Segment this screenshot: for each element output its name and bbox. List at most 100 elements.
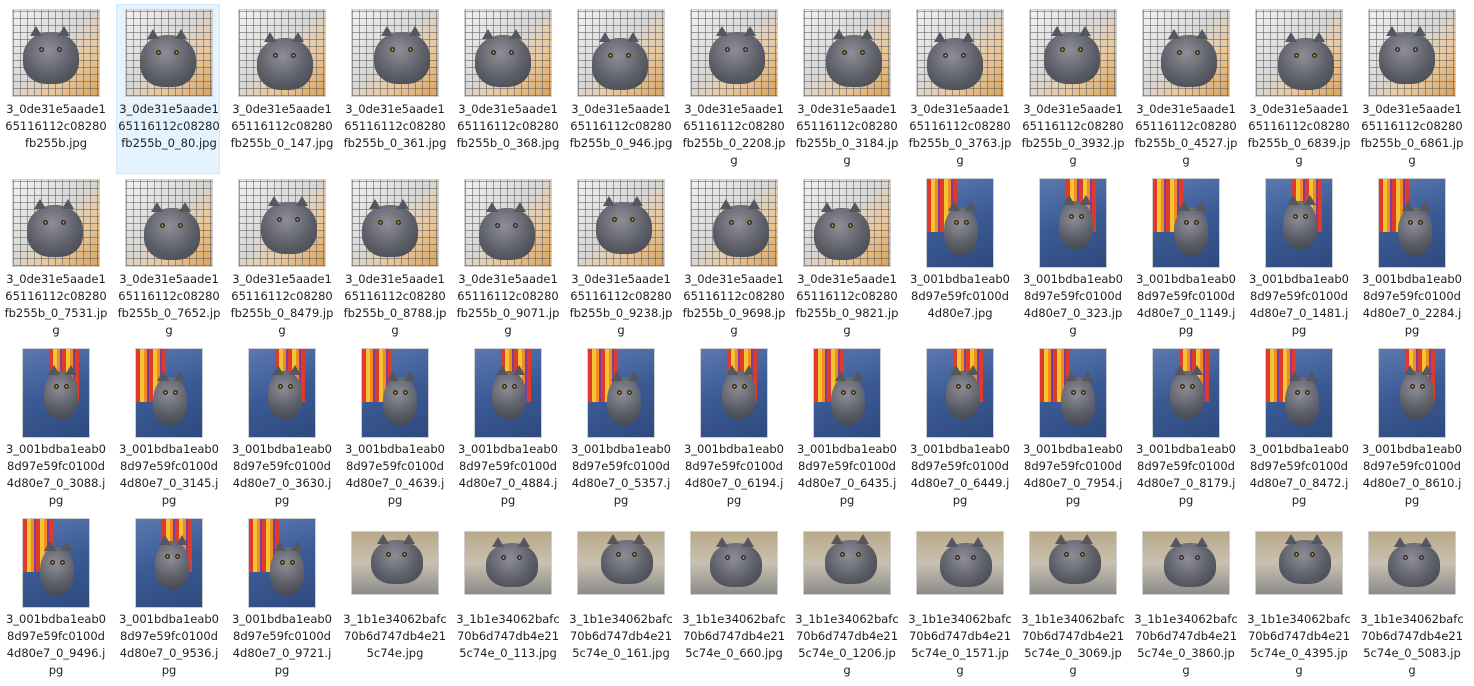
file-item[interactable]: 3_001bdba1eab08d97e59fc0100d4d80e7_0_861… <box>1359 344 1463 514</box>
file-item[interactable]: 3_1b1e34062bafc70b6d747db4e215c74e_0_157… <box>907 514 1012 684</box>
file-item[interactable]: 3_0de31e5aade165116112c08280fb255b_0_361… <box>342 4 446 174</box>
file-thumbnail <box>125 9 213 97</box>
cat-eye <box>512 222 518 228</box>
file-item[interactable]: 3_0de31e5aade165116112c08280fb255b_0_683… <box>1246 4 1350 174</box>
cat-photo-image <box>22 348 90 438</box>
cat-photo-image <box>1152 348 1220 438</box>
file-item[interactable]: 3_0de31e5aade165116112c08280fb255b_0_847… <box>229 174 333 344</box>
file-item[interactable]: 3_1b1e34062bafc70b6d747db4e215c74e_0_386… <box>1133 514 1238 684</box>
file-item[interactable]: 3_001bdba1eab08d97e59fc0100d4d80e7_0_619… <box>681 344 785 514</box>
file-item[interactable]: 3_0de31e5aade165116112c08280fb255b_0_393… <box>1020 4 1124 174</box>
file-item[interactable]: 3_001bdba1eab08d97e59fc0100d4d80e7_0_643… <box>794 344 898 514</box>
file-item[interactable]: 3_0de31e5aade165116112c08280fb255b_0_969… <box>681 174 785 344</box>
file-item[interactable]: 3_001bdba1eab08d97e59fc0100d4d80e7.jpg <box>907 174 1011 344</box>
cat-eye <box>276 216 282 222</box>
cat-ear <box>832 29 845 39</box>
cat-eye <box>954 555 960 561</box>
file-item[interactable]: 3_1b1e34062bafc70b6d747db4e215c74e_0_161… <box>568 514 673 684</box>
cat-ear <box>743 365 756 375</box>
cat-figure <box>257 38 313 90</box>
cat-eye <box>500 555 506 561</box>
file-item[interactable]: 3_1b1e34062bafc70b6d747db4e215c74e_0_306… <box>1020 514 1125 684</box>
cat-ear <box>29 26 42 36</box>
file-thumbnail <box>916 348 1004 438</box>
file-thumbnail <box>1142 9 1230 97</box>
cat-ear <box>65 365 78 375</box>
file-item[interactable]: 3_0de31e5aade165116112c08280fb255b_0_318… <box>794 4 898 174</box>
file-item[interactable]: 3_0de31e5aade165116112c08280fb255b_0_368… <box>455 4 559 174</box>
file-item[interactable]: 3_001bdba1eab08d97e59fc0100d4d80e7_0_323… <box>1020 174 1124 344</box>
cat-photo-image <box>135 348 203 438</box>
file-name-label: 3_001bdba1eab08d97e59fc0100d4d80e7_0_114… <box>1135 272 1237 337</box>
file-item[interactable]: 3_001bdba1eab08d97e59fc0100d4d80e7_0_228… <box>1359 174 1463 344</box>
file-thumbnail <box>1368 519 1456 607</box>
file-thumbnail <box>351 348 439 438</box>
cat-ear <box>965 201 978 211</box>
file-item[interactable]: 3_0de31e5aade165116112c08280fb255b_0_982… <box>794 174 898 344</box>
file-item[interactable]: 3_001bdba1eab08d97e59fc0100d4d80e7_0_972… <box>229 514 333 684</box>
file-item[interactable]: 3_001bdba1eab08d97e59fc0100d4d80e7_0_644… <box>907 344 1011 514</box>
file-name-label: 3_001bdba1eab08d97e59fc0100d4d80e7_0_953… <box>118 612 220 677</box>
cat-figure <box>1398 207 1432 255</box>
file-item[interactable]: 3_1b1e34062bafc70b6d747db4e215c74e_0_439… <box>1246 514 1351 684</box>
file-thumbnail <box>1368 178 1456 268</box>
file-item[interactable]: 3_001bdba1eab08d97e59fc0100d4d80e7_0_488… <box>455 344 559 514</box>
file-item[interactable]: 3_001bdba1eab08d97e59fc0100d4d80e7_0_363… <box>229 344 333 514</box>
cat-ear <box>174 371 187 381</box>
file-item[interactable]: 3_001bdba1eab08d97e59fc0100d4d80e7_0_463… <box>342 344 446 514</box>
file-item[interactable]: 3_0de31e5aade165116112c08280fb255b_0_907… <box>455 174 559 344</box>
file-item[interactable]: 3_0de31e5aade165116112c08280fb255b_0_686… <box>1359 4 1463 174</box>
file-item[interactable]: 3_001bdba1eab08d97e59fc0100d4d80e7_0_314… <box>116 344 220 514</box>
cat-photo-image <box>1265 178 1333 268</box>
cat-ear <box>972 537 985 547</box>
file-item[interactable]: 3_001bdba1eab08d97e59fc0100d4d80e7_0_847… <box>1246 344 1350 514</box>
file-item[interactable]: 3_001bdba1eab08d97e59fc0100d4d80e7_0_949… <box>3 514 107 684</box>
cat-figure <box>486 543 538 587</box>
cat-ear <box>263 32 276 42</box>
file-item[interactable]: 3_0de31e5aade165116112c08280fb255b_0_946… <box>568 4 672 174</box>
file-item[interactable]: 3_0de31e5aade165116112c08280fb255b_0_452… <box>1133 4 1237 174</box>
cat-eye <box>847 222 853 228</box>
cat-ear <box>1050 26 1063 36</box>
file-item[interactable]: 3_001bdba1eab08d97e59fc0100d4d80e7_0_795… <box>1020 344 1124 514</box>
cat-eye <box>177 222 183 228</box>
cat-eye <box>829 222 835 228</box>
cat-ear <box>368 199 381 209</box>
cat-ear <box>513 202 526 212</box>
file-item[interactable]: 3_0de31e5aade165116112c08280fb255b_0_765… <box>116 174 220 344</box>
file-item[interactable]: 3_0de31e5aade165116112c08280fb255b_0_753… <box>3 174 107 344</box>
cat-figure <box>1049 540 1101 584</box>
file-name-label: 3_0de31e5aade165116112c08280fb255b_0_765… <box>117 272 221 337</box>
file-item[interactable]: 3_0de31e5aade165116112c08280fb255b_0_376… <box>907 4 1011 174</box>
cat-photo-image <box>1265 348 1333 438</box>
file-item[interactable]: 3_001bdba1eab08d97e59fc0100d4d80e7_0_953… <box>116 514 220 684</box>
cat-ear <box>715 26 728 36</box>
file-item[interactable]: 3_001bdba1eab08d97e59fc0100d4d80e7_0_114… <box>1133 174 1237 344</box>
file-item[interactable]: 3_0de31e5aade165116112c08280fb255b_0_878… <box>342 174 446 344</box>
cat-ear <box>272 365 285 375</box>
file-item[interactable]: 3_001bdba1eab08d97e59fc0100d4d80e7_0_148… <box>1246 174 1350 344</box>
file-thumbnail <box>916 178 1004 268</box>
cat-photo-image <box>700 348 768 438</box>
cat-figure <box>1278 38 1334 90</box>
cat-eye <box>294 216 300 222</box>
file-item[interactable]: 3_001bdba1eab08d97e59fc0100d4d80e7_0_308… <box>3 344 107 514</box>
file-item[interactable]: 3_001bdba1eab08d97e59fc0100d4d80e7_0_535… <box>568 344 672 514</box>
file-item[interactable]: 3_0de31e5aade165116112c08280fb255b_0_923… <box>568 174 672 344</box>
file-name-label: 3_001bdba1eab08d97e59fc0100d4d80e7_0_488… <box>457 442 559 507</box>
file-item[interactable]: 3_0de31e5aade165116112c08280fb255b_0_147… <box>229 4 333 174</box>
cat-eye <box>385 552 391 558</box>
file-item[interactable]: 3_1b1e34062bafc70b6d747db4e215c74e.jpg <box>342 514 447 684</box>
file-item[interactable]: 3_0de31e5aade165116112c08280fb255b_0_80.… <box>116 4 220 174</box>
file-item[interactable]: 3_1b1e34062bafc70b6d747db4e215c74e_0_508… <box>1359 514 1464 684</box>
file-item[interactable]: 3_1b1e34062bafc70b6d747db4e215c74e_0_113… <box>455 514 560 684</box>
file-item[interactable]: 3_1b1e34062bafc70b6d747db4e215c74e_0_120… <box>794 514 899 684</box>
cat-figure <box>268 371 302 419</box>
file-item[interactable]: 3_001bdba1eab08d97e59fc0100d4d80e7_0_817… <box>1133 344 1237 514</box>
file-item[interactable]: 3_0de31e5aade165116112c08280fb255b_0_220… <box>681 4 785 174</box>
cat-photo-image <box>351 179 439 267</box>
file-item[interactable]: 3_1b1e34062bafc70b6d747db4e215c74e_0_660… <box>681 514 786 684</box>
thumbnail-grid: 3_0de31e5aade165116112c08280fb255b.jpg 3_… <box>0 0 1474 686</box>
cat-ear <box>289 365 302 375</box>
file-item[interactable]: 3_0de31e5aade165116112c08280fb255b.jpg <box>3 4 107 174</box>
